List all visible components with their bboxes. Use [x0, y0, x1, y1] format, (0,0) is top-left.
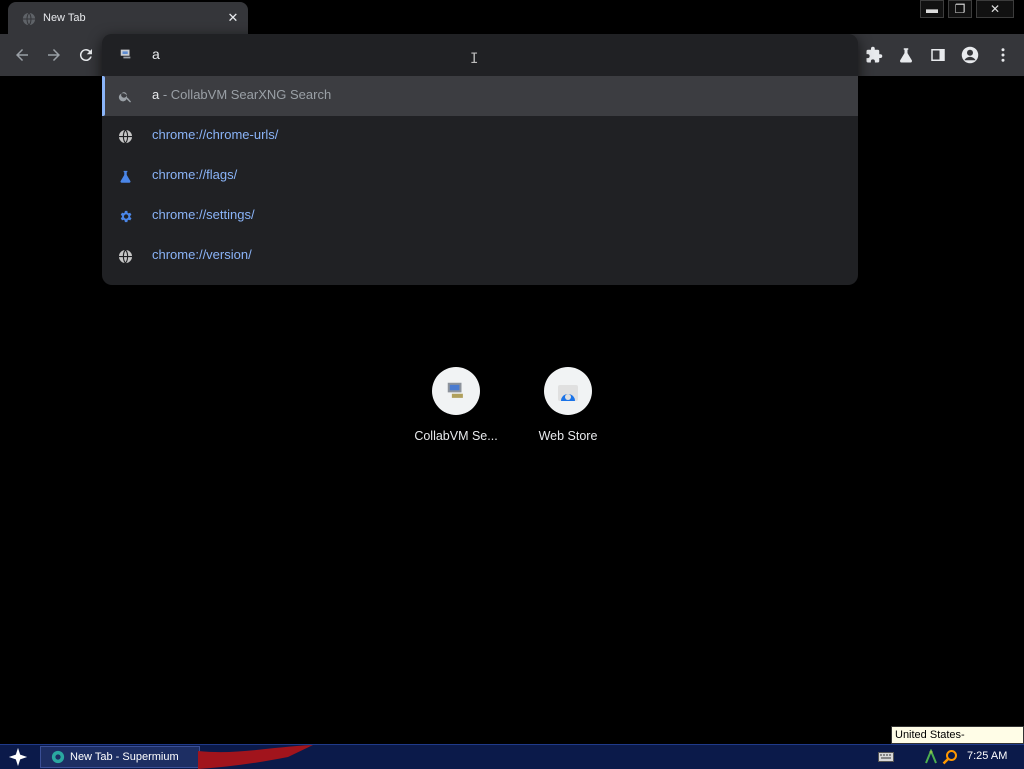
collabvm-icon: [120, 49, 131, 59]
tab-new-tab[interactable]: New Tab ✕: [8, 2, 248, 34]
text-cursor: I: [470, 51, 479, 67]
minimize-button[interactable]: ▬: [920, 0, 944, 18]
suggestion-search-text: a - CollabVM SearXNG Search: [152, 87, 331, 102]
omnibox-dropdown: a I a - CollabVM SearXNG Search chrome:/…: [102, 34, 858, 285]
extensions-button[interactable]: [862, 43, 886, 67]
globe-icon: [118, 129, 133, 144]
keyboard-icon[interactable]: [878, 751, 894, 763]
suggestion-description: CollabVM SearXNG Search: [170, 87, 332, 102]
shortcut-label: Web Store: [538, 429, 598, 443]
taskbar-clock: 7:25 AM: [967, 750, 1008, 762]
avatar-icon: [961, 46, 979, 64]
globe-icon: [118, 249, 133, 264]
shortcut-label: CollabVM Se...: [414, 429, 498, 443]
arrow-right-icon: [48, 49, 60, 61]
taskbar: New Tab - Supermium 7:25 AM: [0, 744, 1024, 769]
omnibox-input[interactable]: a: [152, 46, 160, 62]
magnifier-icon[interactable]: [942, 749, 958, 765]
side-panel-button[interactable]: [926, 43, 950, 67]
collabvm-icon: [447, 382, 463, 398]
back-button[interactable]: [9, 42, 35, 68]
suggestion-search[interactable]: a - CollabVM SearXNG Search: [102, 76, 858, 116]
suggestion-version[interactable]: chrome://version/: [102, 236, 858, 276]
suggestion-settings[interactable]: chrome://settings/: [102, 196, 858, 236]
menu-button[interactable]: [991, 43, 1015, 67]
shortcut-web-store[interactable]: Web Store: [520, 367, 616, 443]
close-window-button[interactable]: ✕: [976, 0, 1014, 18]
suggestion-url: chrome://chrome-urls/: [152, 127, 279, 142]
omnibox-input-row[interactable]: a I: [102, 34, 858, 74]
forward-button[interactable]: [41, 42, 67, 68]
suggestion-separator: -: [159, 87, 171, 102]
web-store-icon: [558, 385, 578, 401]
language-tooltip: United States-International: [891, 726, 1024, 757]
gear-icon: [120, 210, 132, 223]
labs-button[interactable]: [894, 43, 918, 67]
shortcut-icon-circle: [544, 367, 592, 415]
flask-icon: [120, 170, 131, 183]
supermium-icon: [51, 750, 65, 764]
side-panel-icon: [931, 49, 945, 61]
profile-button[interactable]: [958, 43, 982, 67]
restore-button[interactable]: ❐: [948, 0, 972, 18]
more-vert-icon: [1001, 48, 1005, 62]
tab-strip: New Tab ✕ ▬ ❐ ✕: [0, 0, 1024, 34]
tab-title: New Tab: [43, 12, 86, 24]
reload-icon: [79, 49, 92, 62]
shortcut-collabvm[interactable]: CollabVM Se...: [408, 367, 504, 443]
arrow-left-icon: [16, 49, 28, 61]
shortcut-icon-circle: [432, 367, 480, 415]
wallpaper-swoosh: [198, 745, 313, 769]
taskbar-item-browser[interactable]: New Tab - Supermium: [40, 746, 200, 768]
suggestion-chrome-urls[interactable]: chrome://chrome-urls/: [102, 116, 858, 156]
taskbar-item-label: New Tab - Supermium: [70, 751, 179, 763]
globe-icon: [22, 12, 36, 26]
tab-close-icon[interactable]: ✕: [225, 10, 241, 26]
puzzle-icon: [866, 46, 883, 63]
suggestion-url: chrome://flags/: [152, 167, 238, 182]
window-controls: ▬ ❐ ✕: [916, 0, 1014, 18]
suggestion-url: chrome://version/: [152, 247, 252, 262]
reload-button[interactable]: [73, 42, 99, 68]
flask-icon: [900, 48, 912, 63]
suggestion-url: chrome://settings/: [152, 207, 255, 222]
suggestion-flags[interactable]: chrome://flags/: [102, 156, 858, 196]
search-icon: [118, 92, 131, 103]
star-icon: [8, 747, 28, 767]
start-button[interactable]: [4, 747, 32, 767]
network-icon[interactable]: [924, 749, 938, 765]
